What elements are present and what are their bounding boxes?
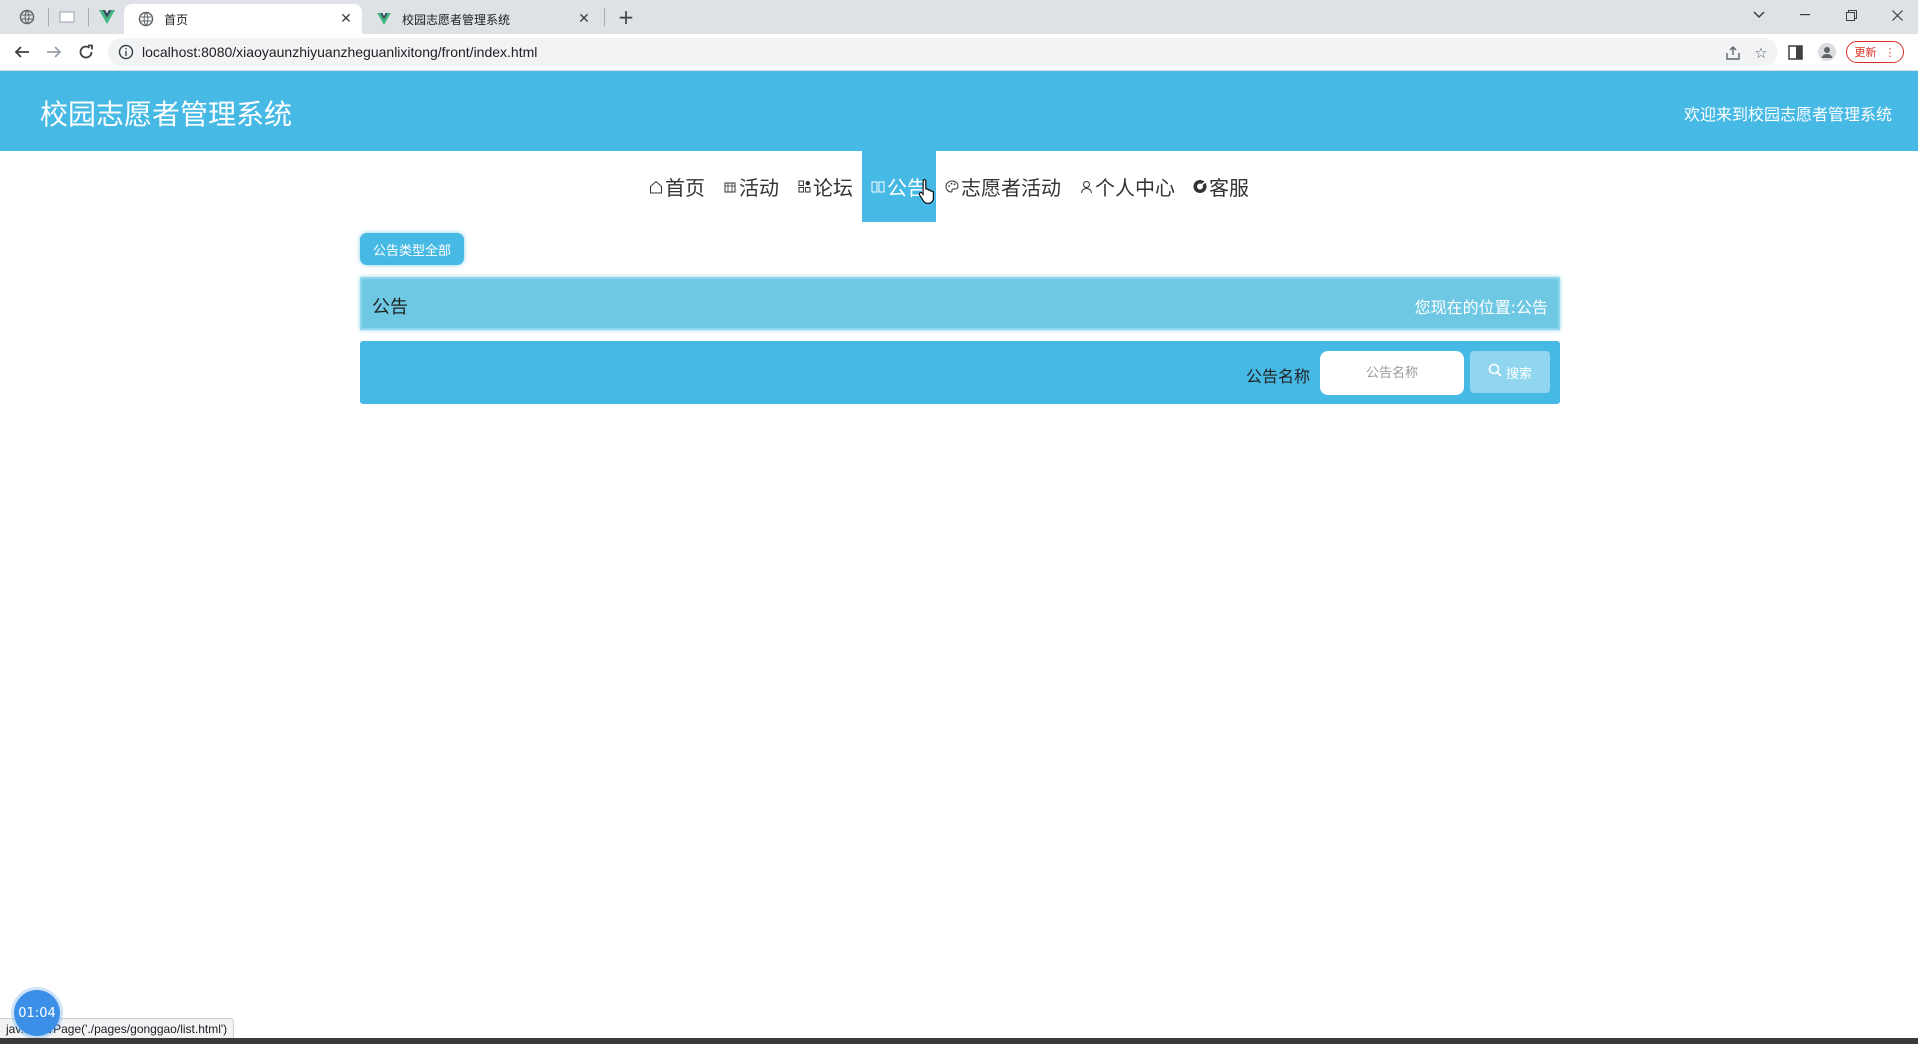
site-header: 校园志愿者管理系统 欢迎来到校园志愿者管理系统 (0, 71, 1918, 151)
nav-item-home[interactable]: 首页 (640, 151, 714, 222)
tab-separator (604, 8, 605, 26)
tab-title: 首页 (164, 12, 189, 27)
blank-tab-icon[interactable] (52, 6, 82, 28)
forward-arrow-icon[interactable] (42, 40, 66, 64)
main-nav: 首页 活动 论坛 公告 志愿者活动 个人中心 客服 (640, 151, 1258, 222)
info-icon[interactable] (118, 44, 134, 60)
nav-item-forum[interactable]: 论坛 (788, 151, 862, 222)
breadcrumb-location: 您现在的位置:公告 (1415, 294, 1548, 318)
vue-tab-icon[interactable] (92, 6, 122, 28)
search-label: 公告名称 (1246, 367, 1311, 386)
close-icon[interactable]: ✕ (336, 9, 356, 29)
nav-item-activity[interactable]: 活动 (714, 151, 788, 222)
update-button[interactable]: 更新 ⋮ (1846, 41, 1904, 63)
nav-label: 首页 (665, 176, 705, 200)
taskbar-edge (0, 1038, 1918, 1044)
profile-avatar-icon[interactable] (1818, 43, 1836, 61)
tab-separator (48, 8, 49, 26)
location-prefix: 您现在的位置: (1414, 298, 1516, 317)
notice-type-all-button[interactable]: 公告类型全部 (360, 233, 464, 265)
tab-search-chevron-icon[interactable] (1736, 0, 1782, 30)
globe-tab-icon[interactable] (12, 6, 42, 28)
nav-label: 客服 (1209, 176, 1249, 200)
nav-label: 个人中心 (1095, 176, 1175, 200)
search-icon (1488, 363, 1502, 381)
hand-pointer-cursor-icon (918, 178, 938, 204)
breadcrumb: 公告 您现在的位置:公告 (360, 277, 1560, 330)
tab-system[interactable]: 校园志愿者管理系统 ✕ (362, 4, 600, 34)
window-close-button[interactable] (1874, 0, 1918, 30)
nav-label: 志愿者活动 (961, 176, 1061, 200)
notice-name-search-input[interactable] (1320, 351, 1464, 395)
nav-item-personal-center[interactable]: 个人中心 (1070, 151, 1184, 222)
recording-timer: 01:04 (14, 990, 60, 1036)
vue-icon (376, 11, 392, 27)
nav-item-volunteer-activity[interactable]: 志愿者活动 (936, 151, 1070, 222)
search-button[interactable]: 搜索 (1470, 351, 1550, 393)
bookmark-star-icon[interactable]: ☆ (1752, 44, 1770, 62)
tab-title: 校园志愿者管理系统 (402, 12, 511, 27)
tab-home[interactable]: 首页 ✕ (124, 4, 362, 34)
browser-toolbar: localhost:8080/xiaoyaunzhiyuanzheguanlix… (0, 34, 1918, 71)
restore-button[interactable] (1828, 0, 1874, 30)
site-title: 校园志愿者管理系统 (40, 98, 293, 131)
nav-label: 活动 (739, 176, 779, 200)
search-bar: 公告名称 搜索 (360, 341, 1560, 404)
browser-tab-strip: 首页 ✕ 校园志愿者管理系统 ✕ + (0, 0, 1918, 34)
minimize-button[interactable] (1782, 0, 1828, 30)
new-tab-button[interactable]: + (614, 5, 638, 29)
tab-separator (88, 8, 89, 26)
nav-label: 论坛 (813, 176, 853, 200)
user-icon (1079, 180, 1093, 194)
calendar-icon (723, 180, 737, 194)
welcome-text: 欢迎来到校园志愿者管理系统 (1683, 105, 1892, 124)
close-icon[interactable]: ✕ (574, 9, 594, 29)
side-panel-icon[interactable] (1786, 43, 1804, 61)
reload-icon[interactable] (74, 40, 98, 64)
notice-icon (871, 180, 885, 194)
location-current[interactable]: 公告 (1516, 298, 1548, 317)
kebab-menu-icon: ⋮ (1884, 45, 1896, 59)
update-label: 更新 (1854, 46, 1877, 59)
address-bar[interactable]: localhost:8080/xiaoyaunzhiyuanzheguanlix… (108, 38, 1778, 66)
search-button-label: 搜索 (1505, 366, 1532, 382)
nav-item-customer-service[interactable]: 客服 (1184, 151, 1258, 222)
share-icon[interactable] (1724, 44, 1742, 62)
home-icon (649, 180, 663, 194)
globe-icon (138, 11, 154, 27)
back-arrow-icon[interactable] (10, 40, 34, 64)
palette-icon (945, 180, 959, 194)
page-title: 公告 (372, 297, 408, 318)
url-text: localhost:8080/xiaoyaunzhiyuanzheguanlix… (142, 44, 538, 60)
service-icon (1193, 179, 1207, 194)
grid-icon (797, 180, 811, 194)
